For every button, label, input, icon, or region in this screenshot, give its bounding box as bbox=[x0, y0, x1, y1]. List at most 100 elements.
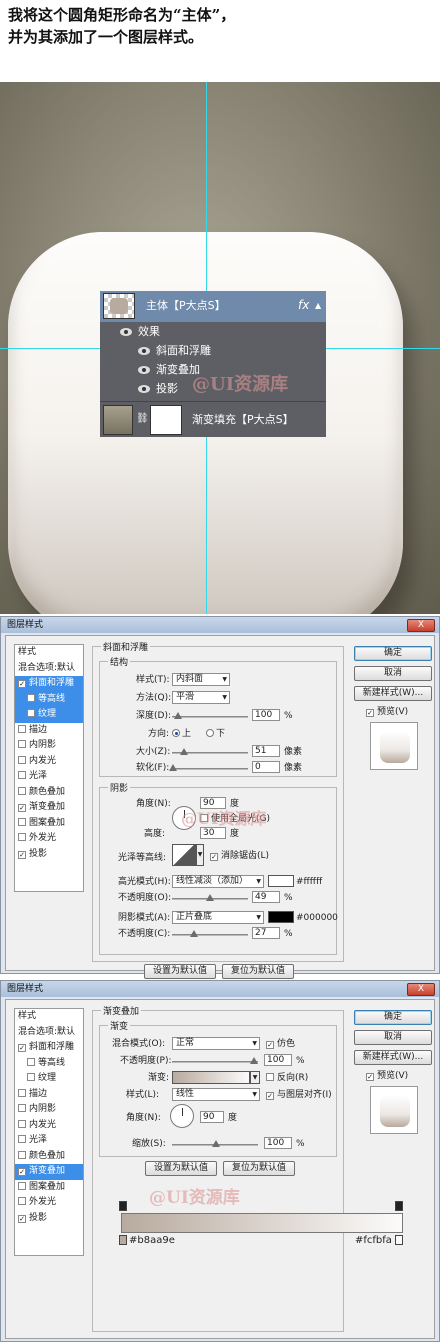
shadow-mode-select[interactable]: 正片叠底 bbox=[172, 911, 264, 924]
dialog-title: 图层样式 bbox=[1, 617, 439, 633]
opacity-slider[interactable] bbox=[172, 1057, 258, 1064]
scale-slider[interactable] bbox=[172, 1140, 258, 1147]
cancel-button[interactable]: 取消 bbox=[354, 666, 432, 681]
anti-aliased-checkbox[interactable]: ✓ 消除锯齿(L) bbox=[210, 850, 269, 862]
style-item-stroke[interactable]: 描边 bbox=[15, 723, 83, 739]
make-default-button[interactable]: 设置为默认值 bbox=[144, 964, 216, 979]
shadow-opacity-unit: % bbox=[284, 929, 293, 939]
style-item-contour[interactable]: 等高线 bbox=[15, 691, 83, 707]
style-item-bevel[interactable]: ✓ 斜面和浮雕 bbox=[15, 1040, 83, 1056]
gloss-contour-picker[interactable] bbox=[172, 844, 196, 866]
new-style-button[interactable]: 新建样式(W)... bbox=[354, 686, 432, 701]
shadow-opacity-slider[interactable] bbox=[172, 930, 248, 937]
highlight-opacity-label: 不透明度(O): bbox=[118, 893, 172, 903]
style-item-bevel[interactable]: ✓ 斜面和浮雕 bbox=[15, 676, 83, 692]
layer-row-gradient-fill[interactable]: ⛓ 渐变填充【P大点S】 bbox=[100, 401, 326, 437]
scale-input[interactable]: 100 bbox=[264, 1137, 292, 1149]
preview-checkbox[interactable]: ✓ 预览(V) bbox=[366, 706, 408, 718]
close-button[interactable]: X bbox=[407, 619, 435, 632]
style-select[interactable]: 内斜面 bbox=[172, 673, 230, 686]
color-stop-left[interactable] bbox=[119, 1235, 127, 1245]
angle-input[interactable]: 90 bbox=[200, 1111, 224, 1123]
effect-shadow[interactable]: 投影 bbox=[156, 382, 178, 396]
style-item-drop-shadow[interactable]: ✓ 投影 bbox=[15, 847, 83, 863]
eye-icon[interactable] bbox=[120, 328, 132, 336]
style-item-color-overlay[interactable]: 颜色叠加 bbox=[15, 785, 83, 801]
opacity-input[interactable]: 100 bbox=[264, 1054, 292, 1066]
style-item-inner-glow[interactable]: 内发光 bbox=[15, 754, 83, 770]
style-item-inner-shadow[interactable]: 内阴影 bbox=[15, 738, 83, 754]
shadow-color-swatch[interactable] bbox=[268, 911, 294, 923]
technique-select[interactable]: 平滑 bbox=[172, 691, 230, 704]
style-item-outer-glow[interactable]: 外发光 bbox=[15, 1195, 83, 1211]
ok-button[interactable]: 确定 bbox=[354, 1010, 432, 1025]
eye-icon[interactable] bbox=[138, 385, 150, 393]
intro-text: 我将这个圆角矩形命名为“主体”， 并为其添加了一个图层样式。 bbox=[8, 4, 235, 48]
reverse-checkbox[interactable]: 反向(R) bbox=[266, 1072, 308, 1084]
highlight-mode-select[interactable]: 线性减淡（添加） bbox=[172, 875, 264, 888]
style-item-drop-shadow[interactable]: ✓ 投影 bbox=[15, 1211, 83, 1227]
style-item-color-overlay[interactable]: 颜色叠加 bbox=[15, 1149, 83, 1165]
ok-button[interactable]: 确定 bbox=[354, 646, 432, 661]
highlight-opacity-input[interactable]: 49 bbox=[252, 891, 280, 903]
effect-bevel[interactable]: 斜面和浮雕 bbox=[156, 344, 211, 358]
blend-mode-select[interactable]: 正常 bbox=[172, 1037, 260, 1050]
blend-options-item[interactable]: 混合选项:默认 bbox=[15, 661, 83, 677]
gradient-group: 渐变 混合模式(O): 正常 ✓仿色 不透明度(P): 100 % 渐变: ▼ … bbox=[99, 1019, 337, 1157]
style-item-texture[interactable]: 纹理 bbox=[15, 1071, 83, 1087]
depth-slider[interactable] bbox=[172, 712, 248, 719]
reset-default-button[interactable]: 复位为默认值 bbox=[223, 1161, 295, 1176]
new-style-button[interactable]: 新建样式(W)... bbox=[354, 1050, 432, 1065]
highlight-color-hex: #ffffff bbox=[296, 877, 323, 887]
style-item-stroke[interactable]: 描边 bbox=[15, 1087, 83, 1103]
blend-mode-label: 混合模式(O): bbox=[112, 1039, 166, 1049]
preview-checkbox[interactable]: ✓ 预览(V) bbox=[366, 1070, 408, 1082]
direction-up-radio[interactable]: 上 bbox=[172, 728, 191, 740]
style-item-contour[interactable]: 等高线 bbox=[15, 1056, 83, 1072]
style-item-gradient-overlay[interactable]: ✓ 渐变叠加 bbox=[15, 800, 83, 816]
highlight-color-swatch[interactable] bbox=[268, 875, 294, 887]
make-default-button[interactable]: 设置为默认值 bbox=[145, 1161, 217, 1176]
altitude-label: 高度: bbox=[144, 829, 166, 839]
angle-dial[interactable] bbox=[170, 1104, 194, 1128]
color-stop-right[interactable] bbox=[395, 1235, 403, 1245]
style-item-outer-glow[interactable]: 外发光 bbox=[15, 831, 83, 847]
style-item-texture[interactable]: 纹理 bbox=[15, 707, 83, 723]
opacity-stop-right[interactable] bbox=[395, 1201, 403, 1211]
eye-icon[interactable] bbox=[138, 366, 150, 374]
style-item-satin[interactable]: 光泽 bbox=[15, 769, 83, 785]
style-item-inner-glow[interactable]: 内发光 bbox=[15, 1118, 83, 1134]
cancel-button[interactable]: 取消 bbox=[354, 1030, 432, 1045]
style-item-pattern-overlay[interactable]: 图案叠加 bbox=[15, 1180, 83, 1196]
style-item-inner-shadow[interactable]: 内阴影 bbox=[15, 1102, 83, 1118]
contour-dropdown-icon[interactable]: ▼ bbox=[196, 844, 204, 866]
depth-unit: % bbox=[284, 711, 293, 721]
layer-row-main[interactable]: 主体【P大点S】 fx ▲ bbox=[100, 291, 326, 322]
style-item-gradient-overlay[interactable]: ✓ 渐变叠加 bbox=[15, 1164, 83, 1180]
gradient-style-select[interactable]: 线性 bbox=[172, 1088, 260, 1101]
gradient-overlay-panel: 渐变叠加 渐变 混合模式(O): 正常 ✓仿色 不透明度(P): 100 % 渐… bbox=[92, 1004, 403, 1332]
soften-input[interactable]: 0 bbox=[252, 761, 280, 773]
eye-icon[interactable] bbox=[138, 347, 150, 355]
size-input[interactable]: 51 bbox=[252, 745, 280, 757]
direction-down-radio[interactable]: 下 bbox=[206, 728, 225, 740]
reset-default-button[interactable]: 复位为默认值 bbox=[222, 964, 294, 979]
style-item-satin[interactable]: 光泽 bbox=[15, 1133, 83, 1149]
depth-input[interactable]: 100 bbox=[252, 709, 280, 721]
align-with-layer-checkbox[interactable]: ✓ 与图层对齐(I) bbox=[266, 1089, 332, 1101]
gradient-editor-bar[interactable] bbox=[121, 1213, 403, 1233]
gradient-dropdown-icon[interactable]: ▼ bbox=[250, 1071, 260, 1084]
opacity-stop-left[interactable] bbox=[119, 1201, 127, 1211]
shadow-opacity-input[interactable]: 27 bbox=[252, 927, 280, 939]
dither-checkbox[interactable]: ✓ 仿色 bbox=[266, 1038, 295, 1050]
scroll-up-icon[interactable]: ▲ bbox=[315, 299, 321, 313]
soften-slider[interactable] bbox=[169, 764, 248, 771]
style-item-pattern-overlay[interactable]: 图案叠加 bbox=[15, 816, 83, 832]
close-button[interactable]: X bbox=[407, 983, 435, 996]
highlight-opacity-slider[interactable] bbox=[172, 894, 248, 901]
gradient-swatch[interactable] bbox=[172, 1071, 250, 1084]
bevel-panel: 斜面和浮雕 结构 样式(T): 内斜面 方法(Q): 平滑 深度(D): 100… bbox=[92, 640, 344, 962]
dialog-body: 样式 混合选项:默认 ✓ 斜面和浮雕 等高线 纹理 描边 内阴影 内发光 光泽 颜… bbox=[5, 635, 435, 979]
blend-options-item[interactable]: 混合选项:默认 bbox=[15, 1025, 83, 1041]
size-slider[interactable] bbox=[172, 748, 248, 755]
